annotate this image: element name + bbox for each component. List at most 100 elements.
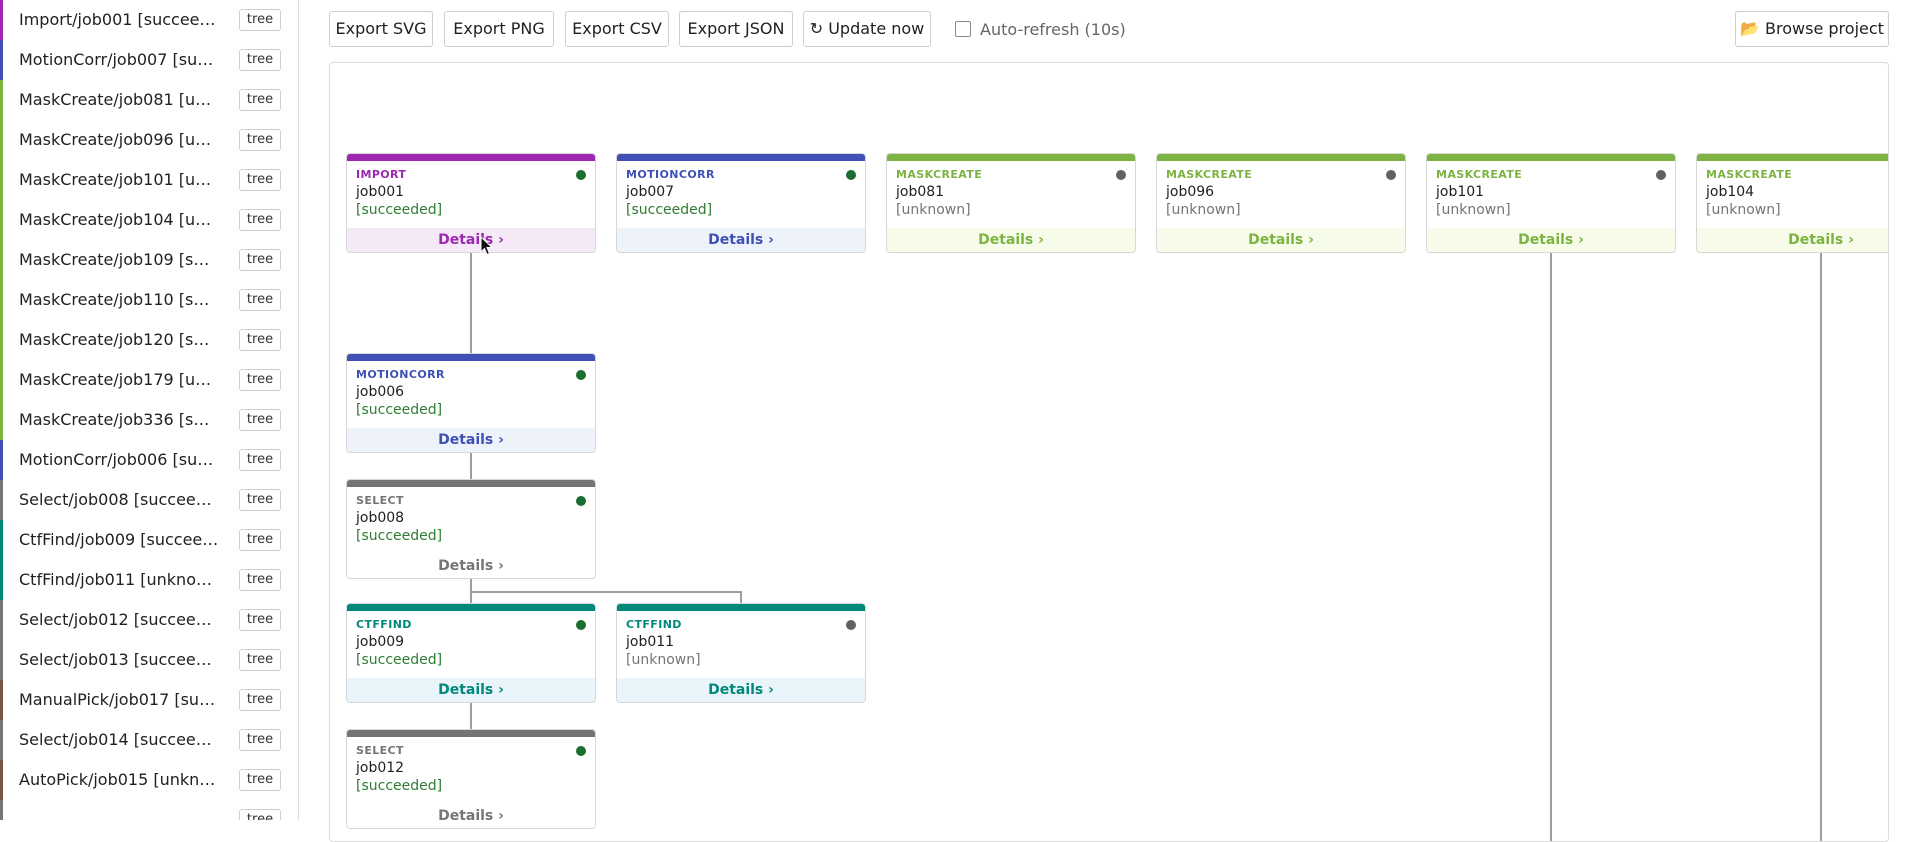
sidebar-job-item[interactable]: MaskCreate/job336 [succeeded] tree xyxy=(0,400,298,440)
sidebar-job-item[interactable]: Select/job012 [succeeded] tree xyxy=(0,600,298,640)
sidebar-job-item[interactable]: MaskCreate/job109 [succeeded] tree xyxy=(0,240,298,280)
tree-button[interactable]: tree xyxy=(239,569,281,591)
pipeline-graph-canvas[interactable]: IMPORT job001 [succeeded] Details › MOTIONCO… xyxy=(329,62,1889,842)
sidebar-job-item[interactable]: MaskCreate/job120 [succeeded] tree xyxy=(0,320,298,360)
sidebar-job-item[interactable]: MotionCorr/job006 [succeeded] tree xyxy=(0,440,298,480)
update-now-button[interactable]: ↻ Update now xyxy=(803,11,931,47)
tree-button[interactable]: tree xyxy=(239,529,281,551)
sidebar-job-item[interactable]: MaskCreate/job104 [unknown] tree xyxy=(0,200,298,240)
export-csv-button[interactable]: Export CSV xyxy=(565,11,669,47)
node-status: [succeeded] xyxy=(626,202,713,218)
export-png-button[interactable]: Export PNG xyxy=(444,11,554,47)
job-node[interactable]: MASKCREATE job096 [unknown] Details › xyxy=(1156,153,1406,253)
sidebar-job-item[interactable]: MaskCreate/job101 [unknown] tree xyxy=(0,160,298,200)
node-color-strip xyxy=(1427,154,1675,161)
node-job-type: MASKCREATE xyxy=(896,168,983,181)
sidebar-job-item[interactable]: CtfFind/job009 [succeeded] tree xyxy=(0,520,298,560)
sidebar-job-label: MaskCreate/job104 [unknown] xyxy=(19,210,219,229)
node-color-strip xyxy=(617,154,865,161)
node-status: [succeeded] xyxy=(356,778,443,794)
tree-button[interactable]: tree xyxy=(239,169,281,191)
tree-button[interactable]: tree xyxy=(239,89,281,111)
tree-button[interactable]: tree xyxy=(239,249,281,271)
job-color-bar xyxy=(0,80,3,120)
node-job-id: job096 xyxy=(1166,184,1215,200)
sidebar-job-item[interactable]: Import/job001 [succeeded] tree xyxy=(0,0,298,40)
job-node[interactable]: SELECT job012 [succeeded] Details › xyxy=(346,729,596,829)
job-node[interactable]: MOTIONCORR job007 [succeeded] Details › xyxy=(616,153,866,253)
status-dot-icon xyxy=(1116,170,1126,180)
tree-button[interactable]: tree xyxy=(239,289,281,311)
sidebar-job-label: MaskCreate/job336 [succeeded] xyxy=(19,410,219,429)
job-node[interactable]: CTFFIND job009 [succeeded] Details › xyxy=(346,603,596,703)
sidebar-job-label: Select/job013 [succeeded] xyxy=(19,650,219,669)
job-color-bar xyxy=(0,40,3,80)
sidebar-job-item[interactable]: MotionCorr/job007 [succeeded] tree xyxy=(0,40,298,80)
node-details-link[interactable]: Details › xyxy=(617,228,865,252)
node-job-id: job009 xyxy=(356,634,405,650)
tree-button[interactable]: tree xyxy=(239,329,281,351)
node-details-link[interactable]: Details › xyxy=(347,228,595,252)
status-dot-icon xyxy=(1656,170,1666,180)
job-color-bar xyxy=(0,560,3,600)
sidebar-job-item[interactable]: MaskCreate/job096 [unknown] tree xyxy=(0,120,298,160)
job-node[interactable]: MASKCREATE job101 [unknown] Details › xyxy=(1426,153,1676,253)
tree-button[interactable]: tree xyxy=(239,769,281,791)
tree-button[interactable]: tree xyxy=(239,369,281,391)
node-job-type: MASKCREATE xyxy=(1706,168,1793,181)
node-job-type: MASKCREATE xyxy=(1166,168,1253,181)
job-node[interactable]: MOTIONCORR job006 [succeeded] Details › xyxy=(346,353,596,453)
node-details-link[interactable]: Details › xyxy=(617,678,865,702)
sidebar-job-item[interactable]: MaskCreate/job110 [succeeded] tree xyxy=(0,280,298,320)
sidebar-job-item[interactable]: CtfFind/job011 [unknown] tree xyxy=(0,560,298,600)
tree-button[interactable]: tree xyxy=(239,809,281,820)
tree-button[interactable]: tree xyxy=(239,729,281,751)
sidebar-job-item[interactable]: Select/job008 [succeeded] tree xyxy=(0,480,298,520)
node-details-link[interactable]: Details › xyxy=(1697,228,1888,252)
job-node[interactable]: SELECT job008 [succeeded] Details › xyxy=(346,479,596,579)
export-svg-button[interactable]: Export SVG xyxy=(329,11,433,47)
browse-project-button[interactable]: 📂 Browse project xyxy=(1735,11,1889,47)
job-color-bar xyxy=(0,240,3,280)
sidebar-job-item[interactable]: MaskCreate/job179 [unknown] tree xyxy=(0,360,298,400)
tree-button[interactable]: tree xyxy=(239,9,281,31)
tree-button[interactable]: tree xyxy=(239,489,281,511)
node-color-strip xyxy=(347,604,595,611)
node-details-link[interactable]: Details › xyxy=(347,678,595,702)
status-dot-icon xyxy=(576,746,586,756)
sidebar-job-item[interactable]: Select/job013 [succeeded] tree xyxy=(0,640,298,680)
node-details-link[interactable]: Details › xyxy=(347,554,595,578)
tree-button[interactable]: tree xyxy=(239,129,281,151)
tree-button[interactable]: tree xyxy=(239,49,281,71)
sidebar-job-item[interactable]: ManualPick/job017 [succeeded] tree xyxy=(0,680,298,720)
tree-button[interactable]: tree xyxy=(239,649,281,671)
node-status: [succeeded] xyxy=(356,528,443,544)
tree-button[interactable]: tree xyxy=(239,209,281,231)
job-node[interactable]: MASKCREATE job081 [unknown] Details › xyxy=(886,153,1136,253)
auto-refresh-checkbox[interactable] xyxy=(955,21,971,37)
sidebar-job-label: ManualPick/job017 [succeeded] xyxy=(19,690,219,709)
node-details-link[interactable]: Details › xyxy=(1427,228,1675,252)
sidebar-job-label: Import/job001 [succeeded] xyxy=(19,10,219,29)
tree-button[interactable]: tree xyxy=(239,409,281,431)
node-details-link[interactable]: Details › xyxy=(1157,228,1405,252)
job-color-bar xyxy=(0,520,3,560)
export-json-button[interactable]: Export JSON xyxy=(679,11,793,47)
auto-refresh-toggle[interactable]: Auto-refresh (10s) xyxy=(955,11,1126,47)
sidebar-job-item[interactable]: tree xyxy=(0,800,298,820)
node-details-link[interactable]: Details › xyxy=(347,428,595,452)
node-details-link[interactable]: Details › xyxy=(887,228,1135,252)
job-node[interactable]: IMPORT job001 [succeeded] Details › xyxy=(346,153,596,253)
job-node[interactable]: CTFFIND job011 [unknown] Details › xyxy=(616,603,866,703)
sidebar-job-item[interactable]: Select/job014 [succeeded] tree xyxy=(0,720,298,760)
job-node[interactable]: MASKCREATE job104 [unknown] Details › xyxy=(1696,153,1888,253)
status-dot-icon xyxy=(576,496,586,506)
node-status: [succeeded] xyxy=(356,652,443,668)
sidebar-job-item[interactable]: MaskCreate/job081 [unknown] tree xyxy=(0,80,298,120)
tree-button[interactable]: tree xyxy=(239,689,281,711)
node-details-link[interactable]: Details › xyxy=(347,804,595,828)
sidebar-job-item[interactable]: AutoPick/job015 [unknown] tree xyxy=(0,760,298,800)
tree-button[interactable]: tree xyxy=(239,449,281,471)
node-status: [succeeded] xyxy=(356,402,443,418)
tree-button[interactable]: tree xyxy=(239,609,281,631)
